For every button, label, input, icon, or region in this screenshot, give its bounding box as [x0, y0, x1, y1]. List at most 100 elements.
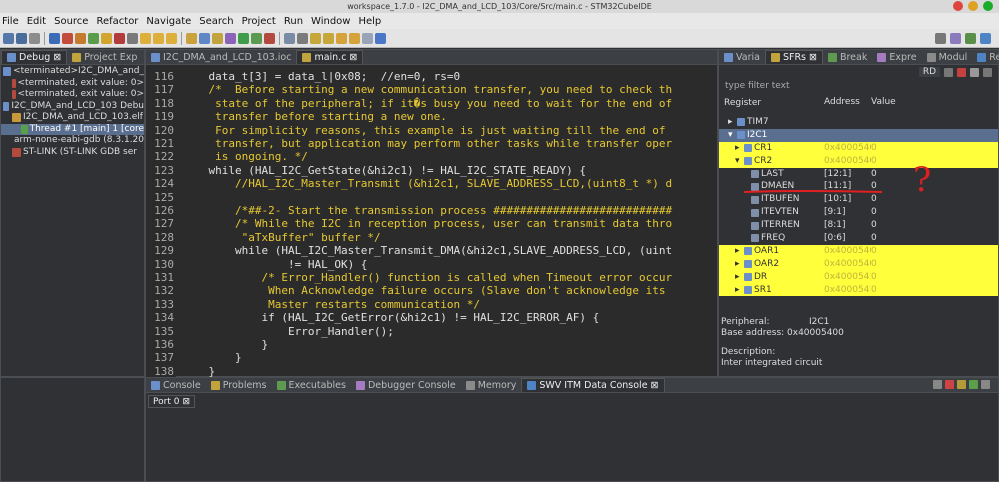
register-value[interactable]: [871, 129, 998, 142]
new-icon[interactable]: [3, 32, 14, 44]
device-icon[interactable]: [225, 32, 236, 44]
register-value[interactable]: 0: [871, 219, 998, 232]
debug-tree-item[interactable]: <terminated>I2C_DMA_and_: [1, 66, 144, 78]
add-port-icon[interactable]: [969, 380, 978, 389]
previous-annotation-icon[interactable]: [323, 32, 334, 44]
register-column-header[interactable]: Register: [719, 97, 824, 109]
settings-gear-icon[interactable]: [186, 32, 197, 44]
disconnect-icon[interactable]: [127, 32, 138, 44]
pin-editor-icon[interactable]: [362, 32, 373, 44]
debug-perspective-icon[interactable]: [965, 32, 976, 44]
sfr-tab-4[interactable]: Modul: [922, 50, 973, 64]
debug-tree-item[interactable]: I2C_DMA_and_LCD_103.elf: [1, 112, 144, 124]
expander-icon[interactable]: ▾: [728, 129, 735, 142]
register-value[interactable]: 0: [871, 142, 998, 155]
sfr-filter-input[interactable]: type filter text: [725, 81, 790, 91]
sfr-row[interactable]: DMAEN [11:1] 0: [719, 180, 998, 193]
sfr-row[interactable]: FREQ [0:6] 0: [719, 232, 998, 245]
register-value[interactable]: 0: [871, 245, 998, 258]
sfr-row[interactable]: ▾ CR2 0x4000540 0: [719, 154, 998, 168]
mark-occurrences-icon[interactable]: [297, 32, 308, 44]
maximize-window-icon[interactable]: [983, 1, 993, 11]
sfr-row[interactable]: ▾ I2C1: [719, 128, 998, 142]
menu-run[interactable]: Run: [284, 16, 303, 27]
read-button[interactable]: RD: [918, 67, 940, 77]
debug-tree-item[interactable]: <terminated, exit value: 0>: [1, 89, 144, 101]
sfr-row[interactable]: ▸ CR1 0x4000540 0: [719, 141, 998, 155]
menu-search[interactable]: Search: [199, 16, 233, 27]
debug-icon[interactable]: [251, 32, 262, 44]
close-window-icon[interactable]: [953, 1, 963, 11]
sfr-row[interactable]: ▸ OAR2 0x4000540 0: [719, 257, 998, 271]
menu-project[interactable]: Project: [242, 16, 276, 27]
menu-refactor[interactable]: Refactor: [96, 16, 138, 27]
register-value[interactable]: 0: [871, 206, 998, 219]
cpp-perspective-icon[interactable]: [980, 32, 991, 44]
stop-trace-icon[interactable]: [945, 380, 954, 389]
stop-icon[interactable]: [62, 32, 73, 44]
stop-refresh-icon[interactable]: [957, 67, 966, 77]
sfr-row[interactable]: ▸ DR 0x4000541 0: [719, 270, 998, 284]
perspective-icon[interactable]: [950, 32, 961, 44]
port-0-tab[interactable]: Port 0 ⊠: [148, 395, 195, 408]
menu-edit[interactable]: Edit: [27, 16, 46, 27]
value-column-header[interactable]: Value: [871, 97, 998, 109]
sfr-tab-3[interactable]: Expre: [872, 50, 921, 64]
register-value[interactable]: 0: [871, 271, 998, 284]
format-icon[interactable]: [944, 67, 953, 77]
console-tab-5[interactable]: SWV ITM Data Console ⊠: [521, 378, 665, 392]
settings-icon[interactable]: [933, 380, 942, 389]
menu-source[interactable]: Source: [54, 16, 88, 27]
register-value[interactable]: 0: [871, 193, 998, 206]
menu-help[interactable]: Help: [358, 16, 381, 27]
menu-navigate[interactable]: Navigate: [146, 16, 191, 27]
sfr-tab-2[interactable]: Break: [823, 50, 872, 64]
debug-tab-0[interactable]: Debug ⊠: [1, 50, 68, 64]
sfr-tab-5[interactable]: Regis: [972, 50, 999, 64]
sfr-row[interactable]: ▸ TIM7: [719, 116, 998, 129]
back-arrow-icon[interactable]: [336, 32, 347, 44]
menu-window[interactable]: Window: [311, 16, 350, 27]
run-icon[interactable]: [238, 32, 249, 44]
debug-tree-item[interactable]: <terminated, exit value: 0>: [1, 78, 144, 90]
register-value[interactable]: [871, 116, 998, 129]
pin-icon[interactable]: [970, 67, 979, 77]
step-into-icon[interactable]: [140, 32, 151, 44]
save-icon[interactable]: [16, 32, 27, 44]
code-area[interactable]: data_t[3] = data_l|0x08; //en=0, rs=0 /*…: [176, 66, 719, 378]
minimize-icon[interactable]: [981, 380, 990, 389]
console-tab-1[interactable]: Problems: [206, 378, 272, 392]
editor-tab-0[interactable]: I2C_DMA_and_LCD_103.ioc: [146, 50, 296, 64]
sfr-row[interactable]: ▸ OAR1 0x4000540 0: [719, 244, 998, 258]
expander-icon[interactable]: ▾: [735, 155, 742, 168]
view-menu-icon[interactable]: [983, 67, 992, 77]
console-tab-0[interactable]: Console: [146, 378, 206, 392]
register-value[interactable]: 0: [871, 155, 998, 168]
console-tab-2[interactable]: Executables: [272, 378, 351, 392]
search-icon[interactable]: [935, 32, 946, 44]
open-type-icon[interactable]: [199, 32, 210, 44]
sfr-tab-0[interactable]: Varia: [719, 50, 765, 64]
register-value[interactable]: 0: [871, 168, 998, 181]
search-icon[interactable]: [212, 32, 223, 44]
expander-icon[interactable]: ▸: [728, 116, 735, 129]
console-tab-3[interactable]: Debugger Console: [351, 378, 461, 392]
address-column-header[interactable]: Address: [824, 97, 871, 109]
register-value[interactable]: 0: [871, 232, 998, 245]
clear-console-icon[interactable]: [957, 380, 966, 389]
print-icon[interactable]: [29, 32, 40, 44]
debug-tree-item[interactable]: I2C_DMA_and_LCD_103 Debu: [1, 101, 144, 113]
sfr-row[interactable]: ITBUFEN [10:1] 0: [719, 193, 998, 206]
step-over-icon[interactable]: [153, 32, 164, 44]
debug-tree-item[interactable]: Thread #1 [main] 1 [core: [1, 123, 144, 135]
expander-icon[interactable]: ▸: [735, 284, 742, 297]
build-icon[interactable]: [49, 32, 60, 44]
close-icon[interactable]: ⊠: [809, 51, 817, 64]
open-folder-icon[interactable]: [284, 32, 295, 44]
step-return-icon[interactable]: [166, 32, 177, 44]
console-tab-4[interactable]: Memory: [461, 378, 522, 392]
expander-icon[interactable]: ▸: [735, 271, 742, 284]
close-icon[interactable]: ⊠: [53, 51, 61, 64]
editor-tab-1[interactable]: main.c ⊠: [296, 50, 364, 64]
external-tools-icon[interactable]: [264, 32, 275, 44]
